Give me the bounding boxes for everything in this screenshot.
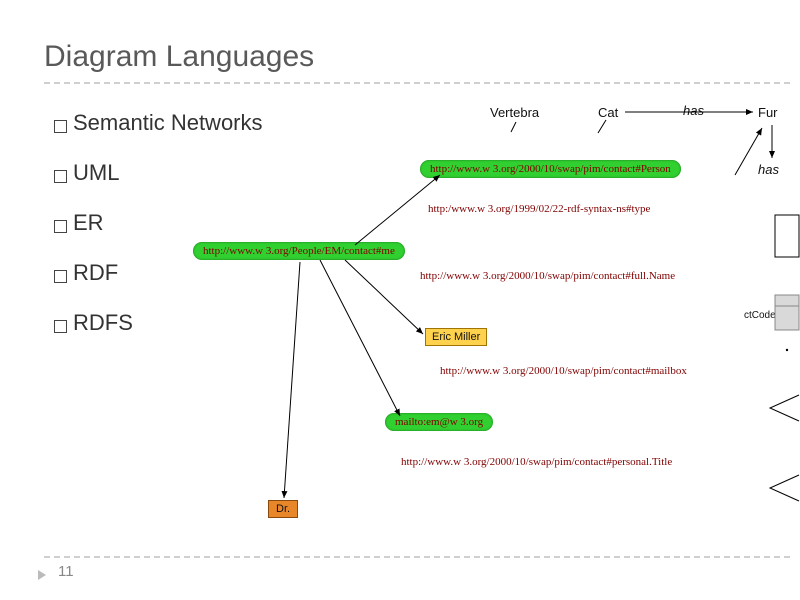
bullet-semantic-networks: Semantic Networks <box>54 110 263 136</box>
bullet-label: UML <box>73 160 119 186</box>
bullet-icon <box>54 270 67 283</box>
bullet-label: Semantic Networks <box>73 110 263 136</box>
rdf-node-dr: Dr. <box>268 500 298 518</box>
page-pointer-icon <box>38 570 46 580</box>
rdf-edge-personaltitle: http://www.w 3.org/2000/10/swap/pim/cont… <box>401 456 672 468</box>
bullet-icon <box>54 170 67 183</box>
bullet-er: ER <box>54 210 263 236</box>
rdf-edge-fullname: http://www.w 3.org/2000/10/swap/pim/cont… <box>420 270 675 282</box>
semnet-vertebra: Vertebra <box>490 105 539 120</box>
uml-multiplicity: ...* <box>776 244 788 255</box>
bullet-icon <box>54 120 67 133</box>
uml-fragment-label: ctCode(String) <box>744 310 800 321</box>
rdf-node-mailto: mailto:em@w 3.org <box>385 413 493 431</box>
bullet-icon <box>54 220 67 233</box>
slide: Diagram Languages Semantic Networks UML … <box>0 0 800 600</box>
bullet-label: ER <box>73 210 104 236</box>
bullet-icon <box>54 320 67 333</box>
semnet-has: has <box>683 103 704 118</box>
divider-bottom <box>44 556 790 558</box>
semnet-has2: has <box>758 162 779 177</box>
bullet-label: RDF <box>73 260 118 286</box>
bullet-list: Semantic Networks UML ER RDF RDFS <box>54 110 263 360</box>
rdf-node-person: http://www.w 3.org/2000/10/swap/pim/cont… <box>420 160 681 178</box>
bullet-rdf: RDF <box>54 260 263 286</box>
rdf-node-eric: Eric Miller <box>425 328 487 346</box>
bullet-uml: UML <box>54 160 263 186</box>
rdf-edge-mailbox: http://www.w 3.org/2000/10/swap/pim/cont… <box>440 365 687 377</box>
page-number: 11 <box>58 563 74 580</box>
semnet-fur: Fur <box>758 105 778 120</box>
slide-title: Diagram Languages <box>44 40 314 74</box>
rdf-node-me: http://www.w 3.org/People/EM/contact#me <box>193 242 405 260</box>
bullet-rdfs: RDFS <box>54 310 263 336</box>
divider-top <box>44 82 790 84</box>
semnet-cat: Cat <box>598 105 618 120</box>
rdf-edge-type: http:/www.w 3.org/1999/02/22-rdf-syntax-… <box>428 203 650 215</box>
bullet-label: RDFS <box>73 310 133 336</box>
